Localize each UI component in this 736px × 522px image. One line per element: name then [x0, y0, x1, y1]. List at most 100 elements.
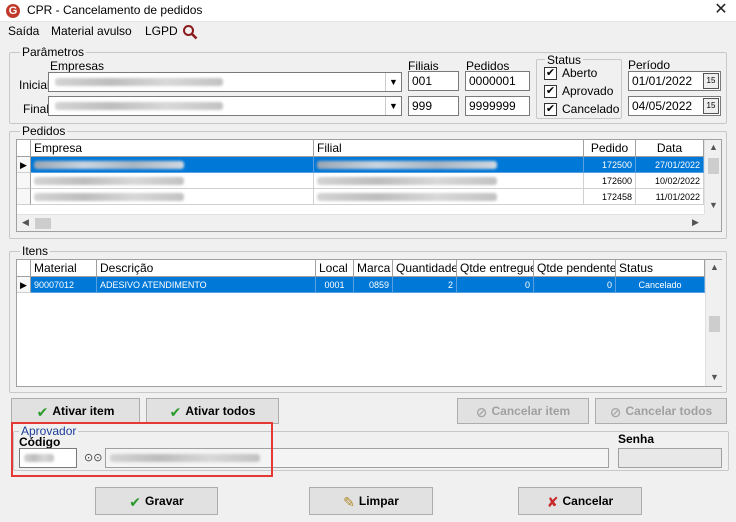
- scroll-up-icon[interactable]: ▲: [706, 262, 723, 272]
- scroll-down-icon[interactable]: ▼: [706, 372, 723, 382]
- pedidos-horizontal-scrollbar[interactable]: ◀ ▶: [17, 214, 704, 231]
- senha-label: Senha: [618, 432, 655, 446]
- cell-empresa: [31, 189, 314, 205]
- pedido-inicial-input[interactable]: [465, 71, 530, 91]
- col-qtde-pendente[interactable]: Qtde pendente: [534, 260, 616, 277]
- redacted-value: [317, 177, 497, 185]
- check-icon: ✔: [36, 403, 49, 420]
- calendar-icon[interactable]: 15: [703, 98, 719, 114]
- limpar-button[interactable]: ✎ Limpar: [309, 487, 433, 515]
- col-qtde-entregue[interactable]: Qtde entregue: [457, 260, 534, 277]
- row-pointer-icon: ▶: [17, 157, 31, 173]
- grid-corner: [17, 140, 31, 157]
- row-indicator: [17, 189, 31, 205]
- filial-final-input[interactable]: [408, 96, 459, 116]
- close-icon[interactable]: ✕: [711, 1, 731, 19]
- col-marca[interactable]: Marca: [354, 260, 393, 277]
- cell-filial: [314, 189, 584, 205]
- cell-data: 10/02/2022: [636, 173, 704, 189]
- cell-pedido: 172500: [584, 157, 636, 173]
- aprovado-checkbox[interactable]: ✔: [544, 85, 557, 98]
- cell-quantidade: 2: [393, 277, 457, 293]
- grid-corner: [17, 260, 31, 277]
- itens-legend: Itens: [20, 244, 51, 258]
- ativar-todos-label: Ativar todos: [185, 404, 256, 418]
- filial-inicial-input[interactable]: [408, 71, 459, 91]
- pedidos-vertical-scrollbar[interactable]: ▲ ▼: [704, 140, 721, 214]
- cell-pedido: 172458: [584, 189, 636, 205]
- redacted-value: [34, 193, 184, 201]
- col-data[interactable]: Data: [636, 140, 704, 157]
- x-icon: ✘: [546, 493, 559, 510]
- redacted-value: [317, 161, 497, 169]
- chevron-down-icon[interactable]: ▼: [385, 97, 401, 115]
- scroll-right-icon[interactable]: ▶: [687, 217, 704, 228]
- prohibited-icon: ⊘: [609, 403, 622, 420]
- col-local[interactable]: Local: [316, 260, 354, 277]
- redacted-value: [55, 102, 223, 110]
- scroll-left-icon[interactable]: ◀: [17, 217, 34, 228]
- ativar-todos-button[interactable]: ✔ Ativar todos: [146, 398, 279, 424]
- calendar-icon[interactable]: 15: [703, 73, 719, 89]
- col-pedido[interactable]: Pedido: [584, 140, 636, 157]
- cell-status: Cancelado: [616, 277, 705, 293]
- window-title: CPR - Cancelamento de pedidos: [27, 3, 203, 17]
- row-pointer-icon: ▶: [17, 277, 31, 293]
- cancelado-label: Cancelado: [562, 102, 620, 116]
- cancelar-todos-label: Cancelar todos: [625, 404, 713, 418]
- ativar-item-label: Ativar item: [52, 404, 115, 418]
- col-material[interactable]: Material: [31, 260, 97, 277]
- itens-grid[interactable]: Material Descrição Local Marca Quantidad…: [16, 259, 722, 387]
- cell-local: 0001: [316, 277, 354, 293]
- pedidos-legend: Pedidos: [20, 124, 68, 138]
- cancelar-label: Cancelar: [562, 494, 614, 508]
- menu-material-avulso[interactable]: Material avulso: [51, 24, 132, 38]
- col-quantidade[interactable]: Quantidade: [393, 260, 457, 277]
- empresa-final-select[interactable]: ▼: [48, 96, 402, 116]
- scrollbar-corner: [704, 214, 721, 231]
- final-label: Final: [23, 102, 50, 116]
- scroll-thumb[interactable]: [708, 158, 719, 174]
- periodo-label: Período: [628, 58, 671, 72]
- col-descricao[interactable]: Descrição: [97, 260, 316, 277]
- gravar-button[interactable]: ✔ Gravar: [95, 487, 218, 515]
- cancelar-button[interactable]: ✘ Cancelar: [518, 487, 642, 515]
- scroll-up-icon[interactable]: ▲: [705, 142, 722, 152]
- cell-descricao: ADESIVO ATENDIMENTO: [97, 277, 316, 293]
- cancelado-checkbox[interactable]: ✔: [544, 103, 557, 116]
- pedidos-grid[interactable]: Empresa Filial Pedido Data ▶ 172500 27/0…: [16, 139, 722, 232]
- col-filial[interactable]: Filial: [314, 140, 584, 157]
- redacted-value: [55, 78, 223, 86]
- itens-vertical-scrollbar[interactable]: ▲ ▼: [705, 260, 722, 386]
- menu-lgpd[interactable]: LGPD: [145, 24, 178, 38]
- aberto-checkbox[interactable]: ✔: [544, 67, 557, 80]
- senha-input[interactable]: [618, 448, 722, 468]
- cancelar-todos-button[interactable]: ⊘ Cancelar todos: [595, 398, 727, 424]
- check-icon: ✔: [129, 493, 142, 510]
- search-icon[interactable]: [182, 24, 198, 40]
- parametros-legend: Parâmetros: [20, 45, 87, 59]
- cell-data: 27/01/2022: [636, 157, 704, 173]
- redacted-value: [317, 193, 497, 201]
- cell-empresa: [31, 157, 314, 173]
- redacted-value: [34, 161, 184, 169]
- pedido-final-input[interactable]: [465, 96, 530, 116]
- cancelar-item-button[interactable]: ⊘ Cancelar item: [457, 398, 589, 424]
- cell-filial: [314, 157, 584, 173]
- highlight-box: [11, 422, 273, 477]
- empresa-inicial-select[interactable]: ▼: [48, 72, 402, 92]
- scroll-thumb[interactable]: [35, 218, 51, 229]
- cell-pedido: 172600: [584, 173, 636, 189]
- gravar-label: Gravar: [145, 494, 184, 508]
- scroll-down-icon[interactable]: ▼: [705, 200, 722, 210]
- scroll-thumb[interactable]: [709, 316, 720, 332]
- redacted-value: [34, 177, 184, 185]
- cell-marca: 0859: [354, 277, 393, 293]
- menu-saida[interactable]: Saída: [8, 24, 39, 38]
- broom-icon: ✎: [343, 493, 355, 510]
- ativar-item-button[interactable]: ✔ Ativar item: [11, 398, 140, 424]
- cancelar-item-label: Cancelar item: [491, 404, 571, 418]
- col-empresa[interactable]: Empresa: [31, 140, 314, 157]
- col-status[interactable]: Status: [616, 260, 705, 277]
- chevron-down-icon[interactable]: ▼: [385, 73, 401, 91]
